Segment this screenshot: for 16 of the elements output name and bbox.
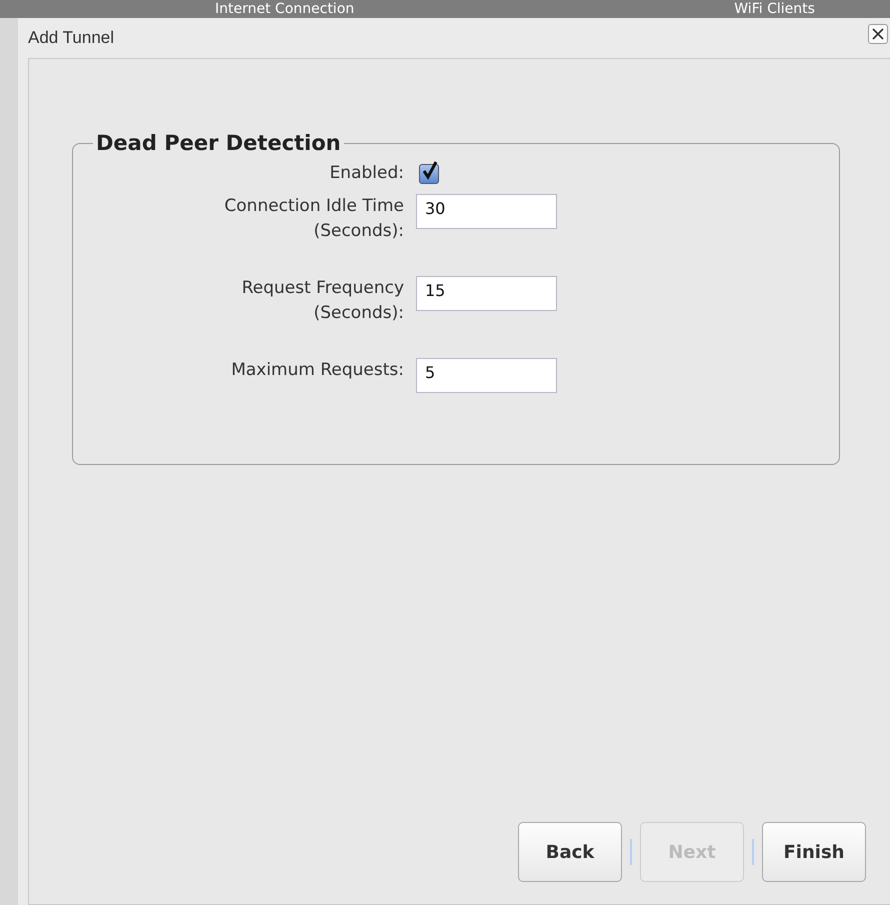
close-button[interactable] [868,24,888,44]
text-field[interactable]: 5 [416,358,557,393]
field-label: Maximum Requests: [230,359,405,382]
wizard-button[interactable]: Finish [762,822,866,882]
field-label: Request Frequency (Seconds): [240,277,405,325]
window-title: Add Tunnel [28,28,114,48]
background-text: WiFi Clients [734,0,815,18]
checkbox[interactable] [419,164,439,184]
background-text: Internet Connection [215,0,354,18]
text-field[interactable]: 15 [416,276,557,311]
text-field[interactable]: 30 [416,194,557,229]
wizard-button[interactable]: Back [518,822,622,882]
fieldset-legend: Dead Peer Detection [93,131,344,155]
field-label: Connection Idle Time (Seconds): [223,195,405,243]
field-label: Enabled: [328,162,405,185]
close-icon [872,28,884,40]
